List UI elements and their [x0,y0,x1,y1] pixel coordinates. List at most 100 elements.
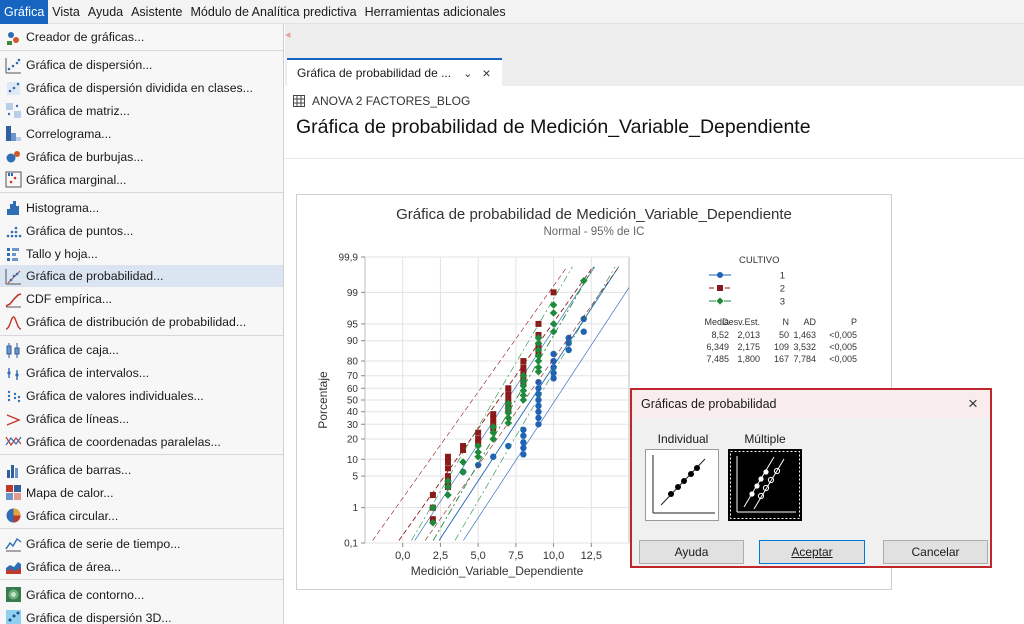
menu-item-cdf-empirica[interactable]: CDF empírica... [0,288,283,310]
help-button[interactable]: Ayuda [639,540,744,564]
menu-item-grafica-de-matriz[interactable]: Gráfica de matriz... [0,100,283,122]
data-point-series-2 [550,289,557,296]
menu-item-grafica-de-barras[interactable]: Gráfica de barras... [0,459,283,481]
menu-item-tallo-y-hoja[interactable]: Tallo y hoja... [0,243,283,265]
menu-item-grafica-de-area[interactable]: Gráfica de área... [0,556,283,578]
data-point-series-1 [535,385,542,392]
x-axis-label: Medición_Variable_Dependiente [411,564,584,578]
data-point-series-1 [520,444,527,452]
menu-bar: Gráfica Vista Ayuda Asistente Módulo de … [0,0,1024,24]
data-point-series-1 [535,421,542,428]
stats-cell: 2,013 [737,330,760,340]
menu-item-grafica-de-coordenadas-paralelas[interactable]: Gráfica de coordenadas paralelas... [0,431,283,453]
cancel-button[interactable]: Cancelar [883,540,988,564]
menu-item-grafica-de-contorno[interactable]: Gráfica de contorno... [0,584,283,606]
stats-cell: 7,485 [706,354,729,364]
menu-item-grafica-de-intervalos[interactable]: Gráfica de intervalos... [0,362,283,384]
menu-item-grafica-de-burbujas[interactable]: Gráfica de burbujas... [0,146,283,168]
menu-item-label: Gráfica de distribución de probabilidad.… [26,315,247,330]
data-point-series-1 [474,461,482,469]
area-graph-icon [0,556,26,578]
tab-probability-plot[interactable]: Gráfica de probabilidad de ... ⌄ × [287,58,502,86]
menu-item-grafica-de-dispersion-3d[interactable]: Gráfica de dispersión 3D... [0,607,283,624]
menu-item-creador-de-graficas[interactable]: Creador de gráficas... [0,26,283,48]
menu-grafica[interactable]: Gráfica [0,0,49,24]
stats-cell: 167 [774,354,789,364]
x-tick-label: 2,5 [433,550,448,562]
stats-header: P [851,317,857,327]
menu-asistente[interactable]: Asistente [127,0,186,24]
interval-plot-icon [0,362,26,384]
data-point-series-2 [490,411,497,418]
menu-item-label: Gráfica de puntos... [26,223,134,238]
menu-item-mapa-de-calor[interactable]: Mapa de calor... [0,482,283,504]
time-series-icon [0,533,26,555]
menu-item-correlograma[interactable]: Correlograma... [0,123,283,145]
chart-builder-icon [0,26,26,48]
menu-item-histograma[interactable]: Histograma... [0,197,283,219]
menu-separator [0,579,283,581]
y-tick-label: 30 [347,420,359,431]
data-point-series-2 [520,364,527,371]
empirical-cdf-icon [0,288,26,310]
y-tick-label: 1 [352,503,358,514]
page-title: Gráfica de probabilidad de Medición_Vari… [296,116,811,138]
option-individual-thumbnail[interactable] [645,449,719,521]
y-tick-label: 70 [347,371,359,382]
menu-ayuda[interactable]: Ayuda [84,0,127,24]
accept-button-label: Aceptar [791,545,833,559]
stats-cell: <0,005 [829,342,857,352]
stats-header: AD [803,317,816,327]
menu-item-grafica-circular[interactable]: Gráfica circular... [0,505,283,527]
data-point-series-1 [535,408,542,415]
x-tick-label: 0,0 [395,550,410,562]
menu-item-label: Gráfica circular... [26,508,119,523]
chevron-down-icon[interactable]: ⌄ [463,67,472,80]
menu-item-grafica-de-lineas[interactable]: Gráfica de líneas... [0,408,283,430]
data-point-series-2 [475,435,482,442]
contour-plot-icon [0,584,26,606]
close-icon[interactable]: × [482,66,490,80]
accept-button[interactable]: Aceptar [759,540,865,564]
close-icon[interactable]: × [962,393,984,415]
menu-item-grafica-marginal[interactable]: Gráfica marginal... [0,169,283,191]
y-tick-label: 0,1 [344,539,358,550]
menu-item-label: Gráfica de dispersión... [26,58,153,73]
probability-plot-icon [0,265,26,287]
scatterplot-icon [0,54,26,76]
menu-item-grafica-de-dispersion-dividida-en-clases[interactable]: Gráfica de dispersión dividida en clases… [0,77,283,99]
option-multiple-thumbnail[interactable] [728,449,802,521]
stats-cell: 6,349 [706,342,729,352]
menu-item-grafica-de-puntos[interactable]: Gráfica de puntos... [0,220,283,242]
menu-item-label: Gráfica de caja... [26,343,119,358]
menu-item-label: Gráfica de barras... [26,463,132,477]
menu-item-grafica-de-serie-de-tiempo[interactable]: Gráfica de serie de tiempo... [0,533,283,555]
chart-subtitle: Normal - 95% de IC [544,226,645,238]
pie-chart-icon [0,505,26,527]
menu-item-grafica-de-distribucion-de-probabilidad[interactable]: Gráfica de distribución de probabilidad.… [0,311,283,333]
menu-vista[interactable]: Vista [48,0,84,24]
menu-herramientas-adicionales[interactable]: Herramientas adicionales [361,0,510,24]
menu-item-grafica-de-probabilidad[interactable]: Gráfica de probabilidad... [0,265,283,288]
menu-item-label: Gráfica de burbujas... [26,149,144,164]
menu-item-label: Gráfica marginal... [26,172,127,187]
menu-item-label: Gráfica de dispersión 3D... [26,610,172,624]
y-tick-label: 40 [347,407,359,418]
menu-item-grafica-de-caja[interactable]: Gráfica de caja... [0,339,283,361]
app-window: Gráfica Vista Ayuda Asistente Módulo de … [0,0,1024,624]
menu-item-grafica-de-valores-individuales[interactable]: Gráfica de valores individuales... [0,385,283,407]
y-tick-label: 90 [347,336,359,347]
data-point-series-1 [520,451,527,458]
menu-item-grafica-de-dispersion[interactable]: Gráfica de dispersión... [0,54,283,76]
menu-separator [0,454,283,456]
option-individual-label: Individual [657,432,709,446]
pin-icon: ◂ [285,29,291,41]
bubble-plot-icon [0,146,26,168]
data-point-series-1 [580,328,587,335]
y-tick-label: 80 [347,357,359,368]
menu-analitica-predictiva[interactable]: Módulo de Analítica predictiva [187,0,361,24]
stats-cell: 3,532 [793,342,816,352]
individual-value-plot-icon [0,385,26,407]
menu-item-label: Gráfica de dispersión dividida en clases… [26,81,253,95]
stats-header: Desv.Est. [722,317,760,327]
